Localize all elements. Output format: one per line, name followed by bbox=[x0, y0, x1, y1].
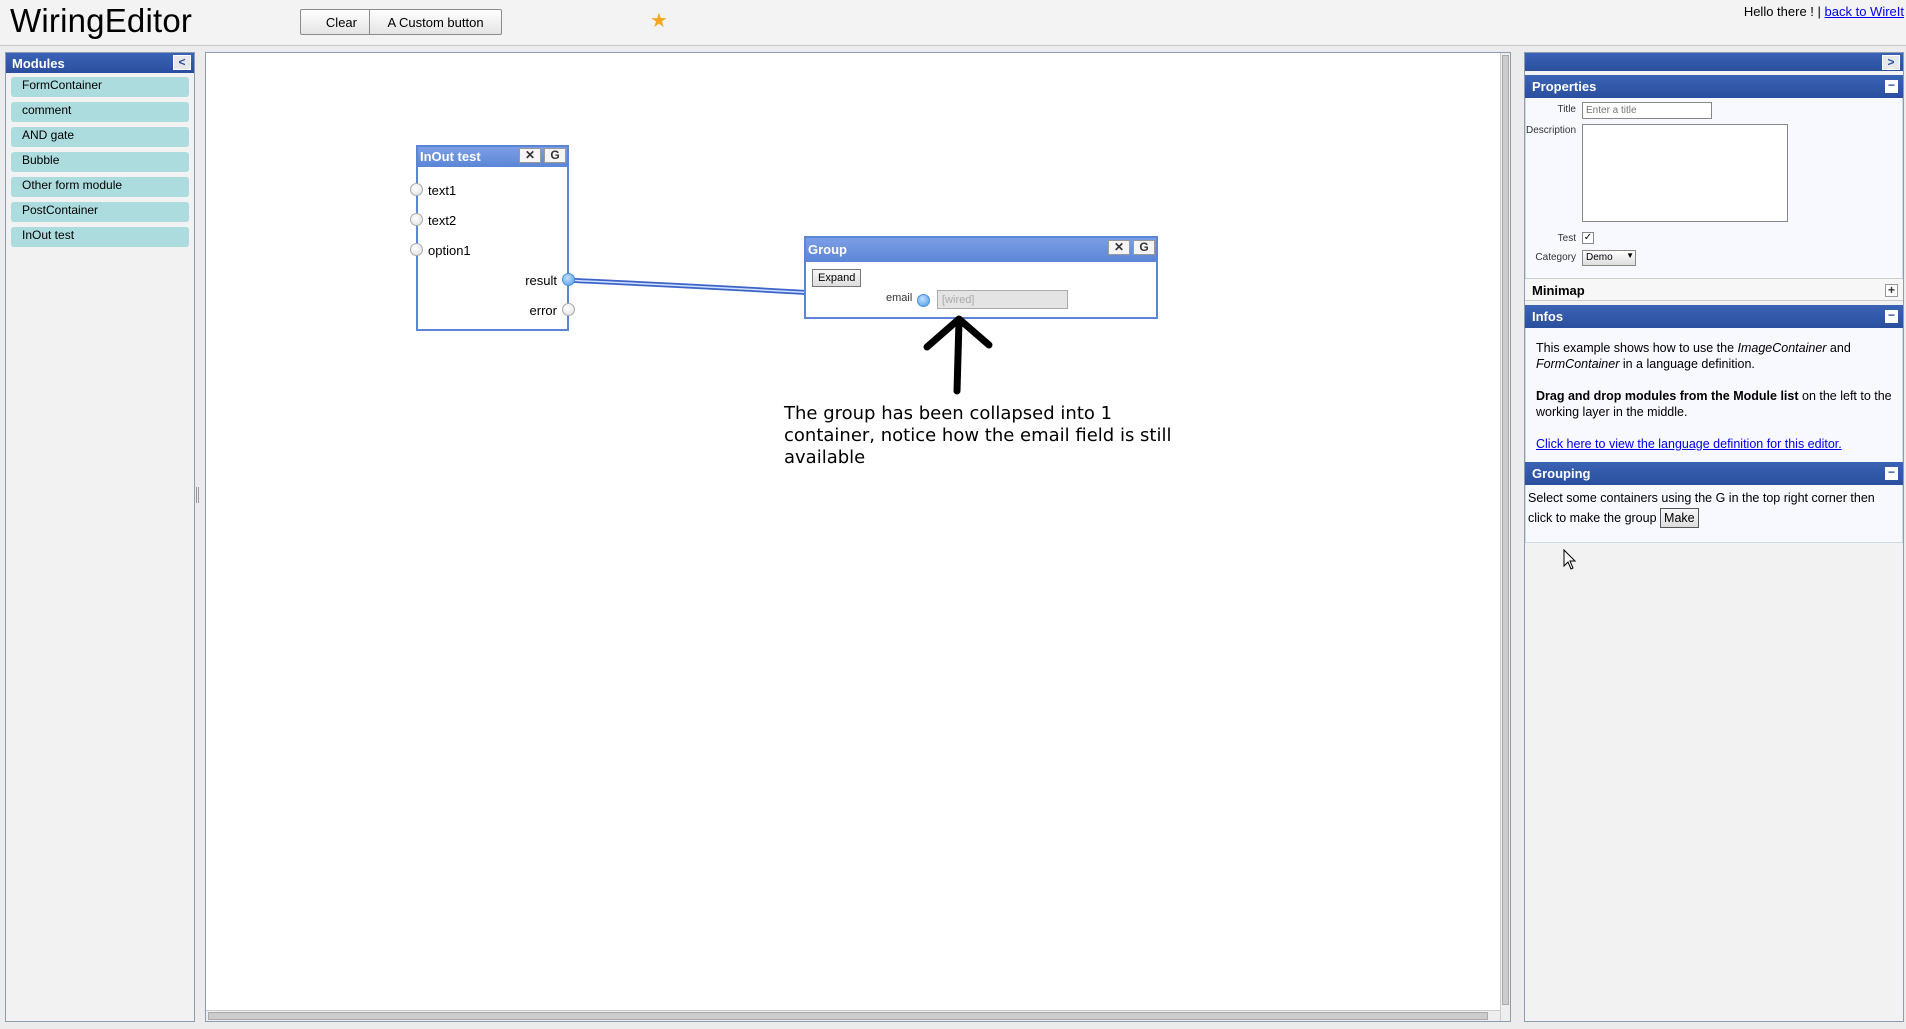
terminal-label: result bbox=[525, 273, 557, 288]
star-icon: ★ bbox=[650, 10, 668, 32]
language-definition-link[interactable]: Click here to view the language definiti… bbox=[1536, 437, 1842, 451]
infos-text: and bbox=[1826, 341, 1851, 355]
infos-paragraph-1: This example shows how to use the ImageC… bbox=[1526, 340, 1902, 372]
description-field[interactable] bbox=[1582, 124, 1788, 222]
minus-icon[interactable]: − bbox=[1885, 79, 1898, 93]
app-title: WiringEditor bbox=[10, 2, 193, 39]
terminal-label: text2 bbox=[428, 213, 457, 228]
grouping-text: Select some containers using the G in th… bbox=[1528, 491, 1875, 525]
collapse-right-icon[interactable]: > bbox=[1882, 55, 1900, 70]
infos-header[interactable]: Infos − bbox=[1525, 305, 1903, 328]
email-field[interactable] bbox=[937, 290, 1068, 309]
module-item-and-gate[interactable]: AND gate bbox=[11, 127, 189, 147]
toolbar: Clear A Custom button bbox=[300, 9, 502, 35]
infos-text: Drag and drop modules from the Module li… bbox=[1536, 389, 1799, 403]
module-item-inout-test[interactable]: InOut test bbox=[11, 227, 189, 247]
email-label: email bbox=[886, 292, 913, 304]
minus-icon[interactable]: − bbox=[1885, 309, 1898, 323]
greeting-text: Hello there ! | bbox=[1743, 4, 1821, 19]
grouping-header[interactable]: Grouping − bbox=[1525, 462, 1903, 485]
infos-text: in a language definition. bbox=[1619, 357, 1755, 371]
terminal-option1[interactable] bbox=[410, 243, 423, 256]
terminal-text1[interactable] bbox=[410, 183, 423, 196]
infos-text: ImageContainer bbox=[1737, 341, 1827, 355]
collapse-left-icon[interactable]: < bbox=[173, 55, 191, 70]
horizontal-scroll-thumb[interactable] bbox=[208, 1012, 1488, 1020]
container-title: Group bbox=[808, 242, 847, 257]
plus-icon[interactable]: + bbox=[1885, 284, 1898, 297]
wires-layer bbox=[563, 277, 925, 303]
group-g-icon[interactable]: G bbox=[544, 148, 566, 163]
mouse-cursor-icon bbox=[1563, 549, 1577, 570]
grouping-title: Grouping bbox=[1532, 466, 1591, 481]
container-header[interactable]: InOut test ✕ G bbox=[418, 147, 567, 167]
group-container[interactable]: Group ✕ G Expand email bbox=[804, 236, 1158, 319]
modules-panel: Modules < FormContainer comment AND gate… bbox=[5, 52, 195, 1022]
close-icon[interactable]: ✕ bbox=[1108, 240, 1130, 255]
module-list: FormContainer comment AND gate Bubble Ot… bbox=[6, 73, 194, 256]
vertical-scrollbar[interactable] bbox=[1500, 53, 1510, 1021]
modules-title: Modules bbox=[12, 56, 65, 71]
grouping-body: Select some containers using the G in th… bbox=[1525, 485, 1903, 543]
user-area: Hello there ! | back to WireIt bbox=[1744, 4, 1904, 19]
left-panel-resizer[interactable] bbox=[196, 487, 199, 503]
vertical-scroll-thumb[interactable] bbox=[1502, 55, 1509, 1005]
description-label: Description bbox=[1526, 125, 1577, 136]
title-label: Title bbox=[1557, 104, 1576, 115]
terminal-text2[interactable] bbox=[410, 213, 423, 226]
category-value: Demo bbox=[1586, 252, 1613, 263]
infos-text: This example shows how to use the bbox=[1536, 341, 1738, 355]
horizontal-scrollbar[interactable] bbox=[206, 1010, 1500, 1021]
dropdown-arrow-icon: ▼ bbox=[1626, 251, 1634, 260]
test-checkbox[interactable]: ✓ bbox=[1582, 232, 1594, 244]
terminal-email[interactable] bbox=[917, 294, 930, 307]
terminal-label: text1 bbox=[428, 183, 457, 198]
clear-button[interactable]: Clear bbox=[300, 9, 370, 35]
working-layer[interactable]: InOut test ✕ G text1 text2 option1 resul… bbox=[205, 52, 1511, 1022]
make-group-button[interactable]: Make bbox=[1660, 508, 1699, 528]
terminal-label: option1 bbox=[428, 243, 471, 258]
minimap-header[interactable]: Minimap + bbox=[1525, 278, 1903, 301]
infos-text: FormContainer bbox=[1536, 357, 1620, 371]
group-g-icon[interactable]: G bbox=[1133, 240, 1155, 255]
category-select[interactable]: Demo ▼ bbox=[1582, 250, 1636, 266]
right-panel-title-bar: > bbox=[1525, 53, 1903, 71]
terminal-result[interactable] bbox=[562, 273, 575, 286]
custom-button[interactable]: A Custom button bbox=[370, 9, 502, 35]
back-to-wireit-link[interactable]: back to WireIt bbox=[1825, 4, 1904, 19]
container-header[interactable]: Group ✕ G bbox=[806, 238, 1156, 262]
infos-paragraph-2: Drag and drop modules from the Module li… bbox=[1526, 388, 1902, 420]
module-item-bubble[interactable]: Bubble bbox=[11, 152, 189, 172]
title-input[interactable] bbox=[1582, 102, 1712, 119]
modules-title-bar: Modules < bbox=[6, 53, 194, 73]
arrow-up-icon bbox=[923, 315, 993, 395]
infos-body: This example shows how to use the ImageC… bbox=[1525, 328, 1903, 462]
properties-header[interactable]: Properties − bbox=[1525, 75, 1903, 98]
infos-title: Infos bbox=[1532, 309, 1564, 324]
header-bar: WiringEditor Clear A Custom button ★ Hel… bbox=[0, 0, 1906, 46]
container-title: InOut test bbox=[420, 149, 481, 164]
module-item-other-form-module[interactable]: Other form module bbox=[11, 177, 189, 197]
properties-form: Title Description Test ✓ Category Demo ▼ bbox=[1525, 98, 1903, 278]
properties-title: Properties bbox=[1532, 79, 1597, 94]
close-icon[interactable]: ✕ bbox=[519, 148, 541, 163]
category-label: Category bbox=[1535, 252, 1576, 263]
terminal-error[interactable] bbox=[562, 303, 575, 316]
expand-button[interactable]: Expand bbox=[812, 269, 862, 287]
terminal-label: error bbox=[529, 303, 557, 318]
module-item-formcontainer[interactable]: FormContainer bbox=[11, 77, 189, 97]
test-label: Test bbox=[1557, 233, 1576, 244]
annotation-text: The group has been collapsed into 1 cont… bbox=[784, 403, 1172, 468]
module-item-postcontainer[interactable]: PostContainer bbox=[11, 202, 189, 222]
minus-icon[interactable]: − bbox=[1885, 466, 1898, 480]
module-item-comment[interactable]: comment bbox=[11, 102, 189, 122]
right-panel: > Properties − Title Description Test ✓ … bbox=[1524, 52, 1904, 1022]
minimap-title: Minimap bbox=[1532, 283, 1585, 298]
inout-test-container[interactable]: InOut test ✕ G text1 text2 option1 resul… bbox=[410, 145, 575, 331]
infos-paragraph-3: Click here to view the language definiti… bbox=[1526, 436, 1902, 452]
